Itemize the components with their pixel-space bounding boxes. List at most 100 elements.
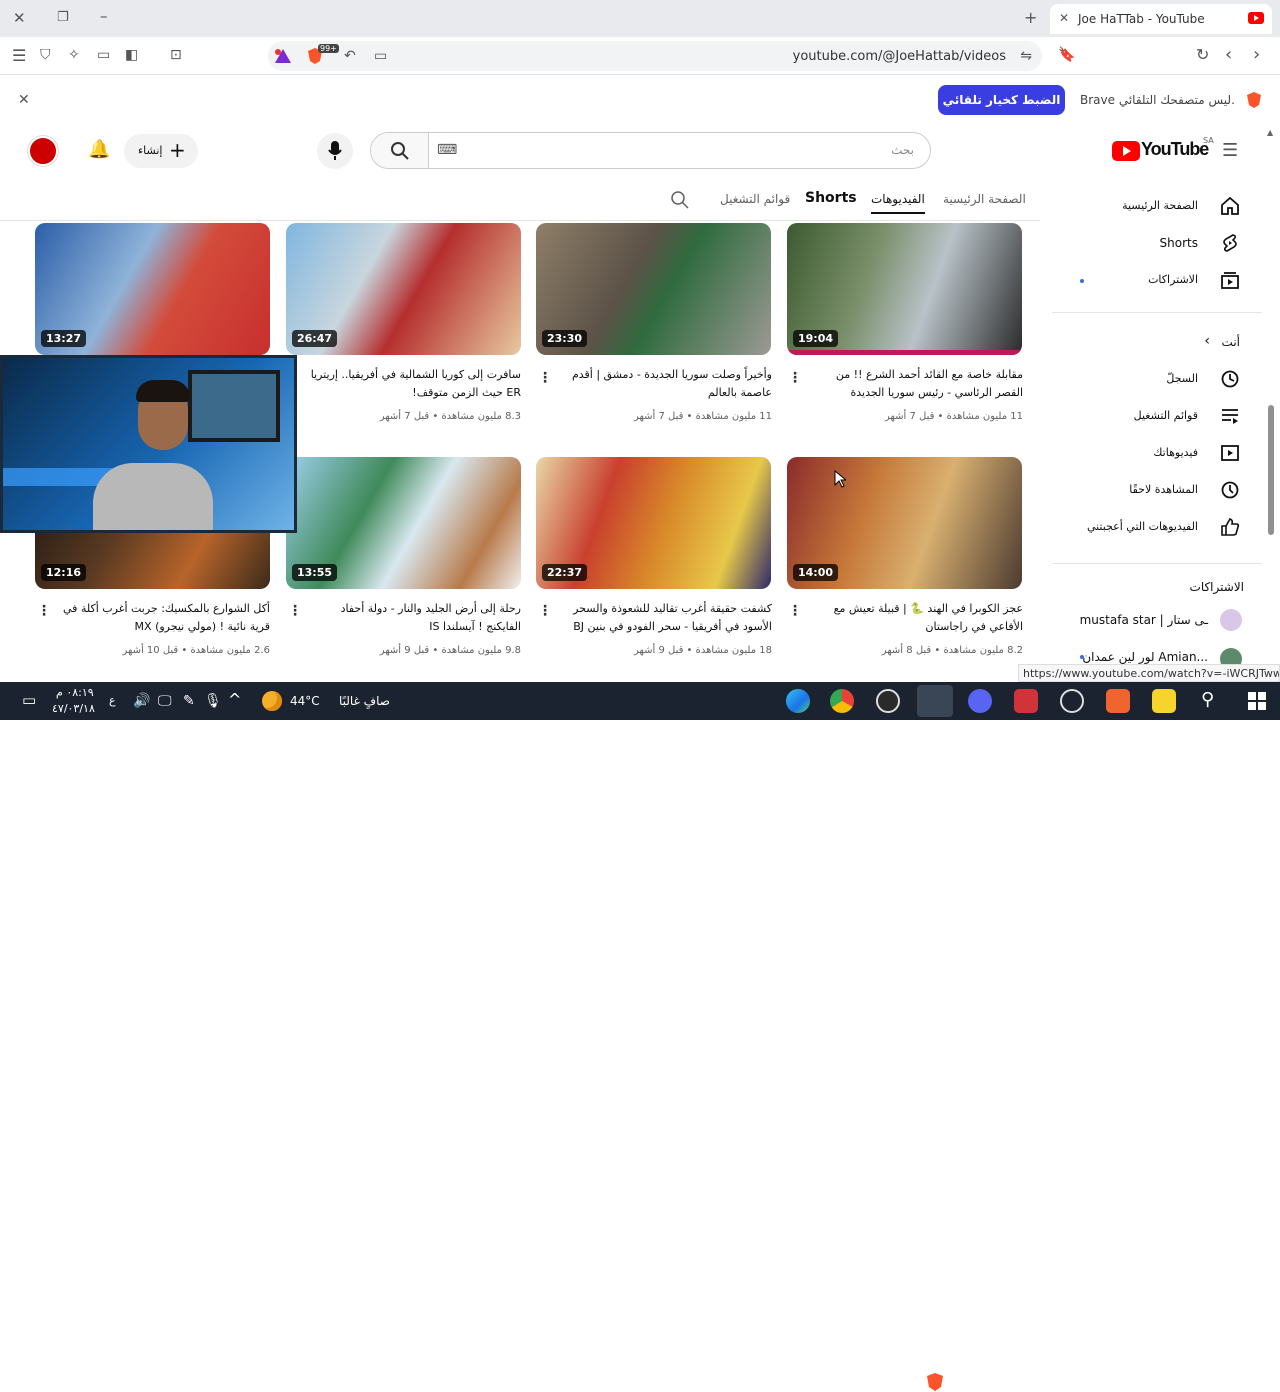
address-bar[interactable]: 99+ ↶ ▭ youtube.com/@JoeHattab/videos ⇋ bbox=[268, 41, 1042, 71]
sidebar-item-playlists[interactable]: قوائم التشغيل bbox=[1058, 400, 1258, 434]
sidebar-subscription-item[interactable]: mustafa star | ـى ستار bbox=[1058, 604, 1258, 638]
video-duration: 14:00 bbox=[793, 564, 839, 581]
set-default-button[interactable]: الضبط كخيار تلقائي bbox=[938, 85, 1065, 115]
notifications-bell-icon[interactable]: 🔔 bbox=[88, 141, 110, 159]
wallet-icon[interactable]: ▭ bbox=[97, 48, 110, 62]
video-title[interactable]: وأخيراً وصلت سوريا الجديدة - دمشق | أقدم… bbox=[557, 366, 772, 402]
video-thumbnail[interactable]: 26:47 bbox=[286, 223, 521, 355]
reload-icon[interactable]: ↻ bbox=[1196, 47, 1209, 63]
voice-search-button[interactable] bbox=[317, 133, 353, 169]
more-options-icon[interactable]: ⋮ bbox=[788, 603, 802, 619]
video-thumbnail[interactable]: 23:30 bbox=[536, 223, 771, 355]
video-title[interactable]: سافرت إلى كوريا الشمالية في أفريقيا.. إر… bbox=[306, 366, 521, 402]
weather-text[interactable]: صافٍ غالبًا bbox=[339, 694, 390, 708]
sidebar-item-watch-later[interactable]: المشاهدة لاحقًا bbox=[1058, 474, 1258, 508]
channel-avatar bbox=[1220, 648, 1242, 664]
channel-name: لور لين عمدان Amian... bbox=[1082, 650, 1208, 664]
scroll-up-arrow-icon[interactable]: ▲ bbox=[1267, 128, 1273, 137]
close-tab-icon[interactable]: ✕ bbox=[1059, 12, 1069, 24]
sidebar-item-liked-videos[interactable]: الفيديوهات التي أعجبتني bbox=[1058, 511, 1258, 545]
more-options-icon[interactable]: ⋮ bbox=[288, 603, 302, 619]
steam-app-icon[interactable] bbox=[1060, 689, 1084, 713]
shield-icon[interactable]: ⛉ bbox=[40, 48, 51, 62]
notification-center-icon[interactable]: ▭ bbox=[22, 693, 36, 708]
pen-icon[interactable]: ✎ bbox=[183, 694, 195, 708]
presentation-app-icon[interactable] bbox=[1014, 689, 1038, 713]
forward-icon[interactable]: › bbox=[1253, 46, 1260, 64]
new-content-dot bbox=[1080, 279, 1084, 283]
brave-app-icon[interactable] bbox=[917, 685, 953, 717]
tab-shorts[interactable]: Shorts bbox=[805, 190, 857, 206]
sidebar-scrollbar[interactable] bbox=[1268, 405, 1274, 535]
sidebar-item-your-videos[interactable]: فيديوهاتك bbox=[1058, 437, 1258, 471]
discord-app-icon[interactable] bbox=[968, 689, 992, 713]
create-label: إنشاء bbox=[138, 144, 163, 157]
share-icon[interactable]: ↶ bbox=[344, 49, 356, 63]
site-settings-icon[interactable]: ⇋ bbox=[1020, 49, 1032, 63]
edge-app-icon[interactable] bbox=[786, 689, 810, 713]
tab-playlists[interactable]: قوائم التشغيل bbox=[720, 192, 790, 206]
tab-home[interactable]: الصفحة الرئيسية bbox=[943, 192, 1026, 206]
video-meta: 18 مليون مشاهدة • قبل 9 أشهر bbox=[633, 645, 772, 656]
video-thumbnail[interactable]: 19:04 bbox=[787, 223, 1022, 355]
back-icon[interactable]: ‹ bbox=[1225, 46, 1232, 64]
pin-icon[interactable]: ✧ bbox=[68, 48, 80, 62]
menu-icon[interactable]: ☰ bbox=[12, 48, 26, 64]
network-icon[interactable]: 🖵 bbox=[158, 694, 172, 708]
git-app-icon[interactable] bbox=[1106, 689, 1130, 713]
cast-icon[interactable]: ▭ bbox=[374, 49, 387, 63]
sidebar-item-label: الصفحة الرئيسية bbox=[1122, 199, 1198, 212]
volume-icon[interactable]: 🔊 bbox=[133, 694, 150, 708]
tray-overflow-icon[interactable]: ^ bbox=[228, 692, 241, 708]
weather-icon[interactable] bbox=[262, 691, 282, 711]
leo-icon[interactable] bbox=[274, 48, 292, 64]
hamburger-menu-icon[interactable]: ☰ bbox=[1222, 142, 1238, 160]
channel-search-icon[interactable] bbox=[670, 190, 690, 210]
windows-start-icon[interactable] bbox=[1248, 692, 1266, 710]
chrome-app-icon[interactable] bbox=[830, 689, 854, 713]
active-tab[interactable]: ✕ Joe HaTTab - YouTube bbox=[1050, 4, 1272, 34]
more-options-icon[interactable]: ⋮ bbox=[37, 603, 51, 619]
more-options-icon[interactable]: ⋮ bbox=[788, 370, 802, 386]
sidebar-you-header[interactable]: أنت ‹ bbox=[1058, 326, 1258, 360]
more-options-icon[interactable]: ⋮ bbox=[538, 370, 552, 386]
video-title[interactable]: كشفت حقيقة أغرب تقاليد للشعوذة والسحر ال… bbox=[557, 600, 772, 636]
clock-time[interactable]: ٠٨:١٩ م bbox=[56, 686, 94, 699]
sidebar-subscription-item[interactable]: لور لين عمدان Amian... bbox=[1058, 644, 1258, 664]
clock-date[interactable]: ٤٧/٠٣/١٨ bbox=[52, 702, 95, 715]
sidebar-item-shorts[interactable]: Shorts bbox=[1058, 227, 1258, 261]
sidebar-item-home[interactable]: الصفحة الرئيسية bbox=[1058, 190, 1258, 224]
keyboard-icon[interactable]: ⌨ bbox=[437, 143, 457, 157]
video-duration: 13:27 bbox=[41, 330, 87, 347]
restore-window-icon[interactable]: ❐ bbox=[57, 11, 69, 24]
video-title[interactable]: عجز الكوبرا في الهند 🐍 | قبيلة تعيش مع ا… bbox=[808, 600, 1023, 636]
search-button[interactable] bbox=[371, 133, 429, 168]
tab-videos[interactable]: الفيديوهات bbox=[871, 192, 925, 214]
sidebar-icon[interactable]: ◧ bbox=[125, 48, 138, 62]
microphone-tray-icon[interactable]: 🎙 bbox=[204, 694, 222, 708]
weather-temp[interactable]: 44°C bbox=[290, 694, 320, 708]
close-infobar-icon[interactable]: ✕ bbox=[18, 93, 30, 107]
bookmark-icon[interactable]: 🔖 bbox=[1058, 48, 1075, 62]
video-thumbnail[interactable]: 22:37 bbox=[536, 457, 771, 589]
account-avatar[interactable] bbox=[28, 136, 58, 166]
video-thumbnail[interactable]: 14:00 bbox=[787, 457, 1022, 589]
search-box[interactable]: ⌨ بحث bbox=[370, 132, 931, 169]
search-taskbar-icon[interactable]: ⚲ bbox=[1201, 691, 1214, 709]
obs-app-icon[interactable] bbox=[876, 689, 900, 713]
screenshot-icon[interactable]: ⊡ bbox=[170, 48, 182, 62]
video-thumbnail[interactable]: 13:27 bbox=[35, 223, 270, 355]
sidebar-item-history[interactable]: السجلّ bbox=[1058, 363, 1258, 397]
more-options-icon[interactable]: ⋮ bbox=[538, 603, 552, 619]
sidebar-item-subscriptions[interactable]: الاشتراكات bbox=[1058, 264, 1258, 298]
notes-app-icon[interactable] bbox=[1152, 689, 1176, 713]
close-window-icon[interactable]: ✕ bbox=[13, 11, 26, 26]
create-button[interactable]: إنشاء + bbox=[124, 134, 198, 168]
video-title[interactable]: رحلة إلى أرض الجليد والنار - دولة أحفاد … bbox=[306, 600, 521, 636]
video-thumbnail[interactable]: 13:55 bbox=[286, 457, 521, 589]
minimize-window-icon[interactable]: – bbox=[100, 9, 108, 24]
new-tab-icon[interactable]: + bbox=[1024, 10, 1037, 26]
video-title[interactable]: أكل الشوارع بالمكسيك: جربت أغرب أكلة في … bbox=[55, 600, 270, 636]
input-language[interactable]: ع bbox=[109, 694, 116, 707]
video-title[interactable]: مقابلة خاصة مع القائد أحمد الشرع !! من ا… bbox=[808, 366, 1023, 402]
